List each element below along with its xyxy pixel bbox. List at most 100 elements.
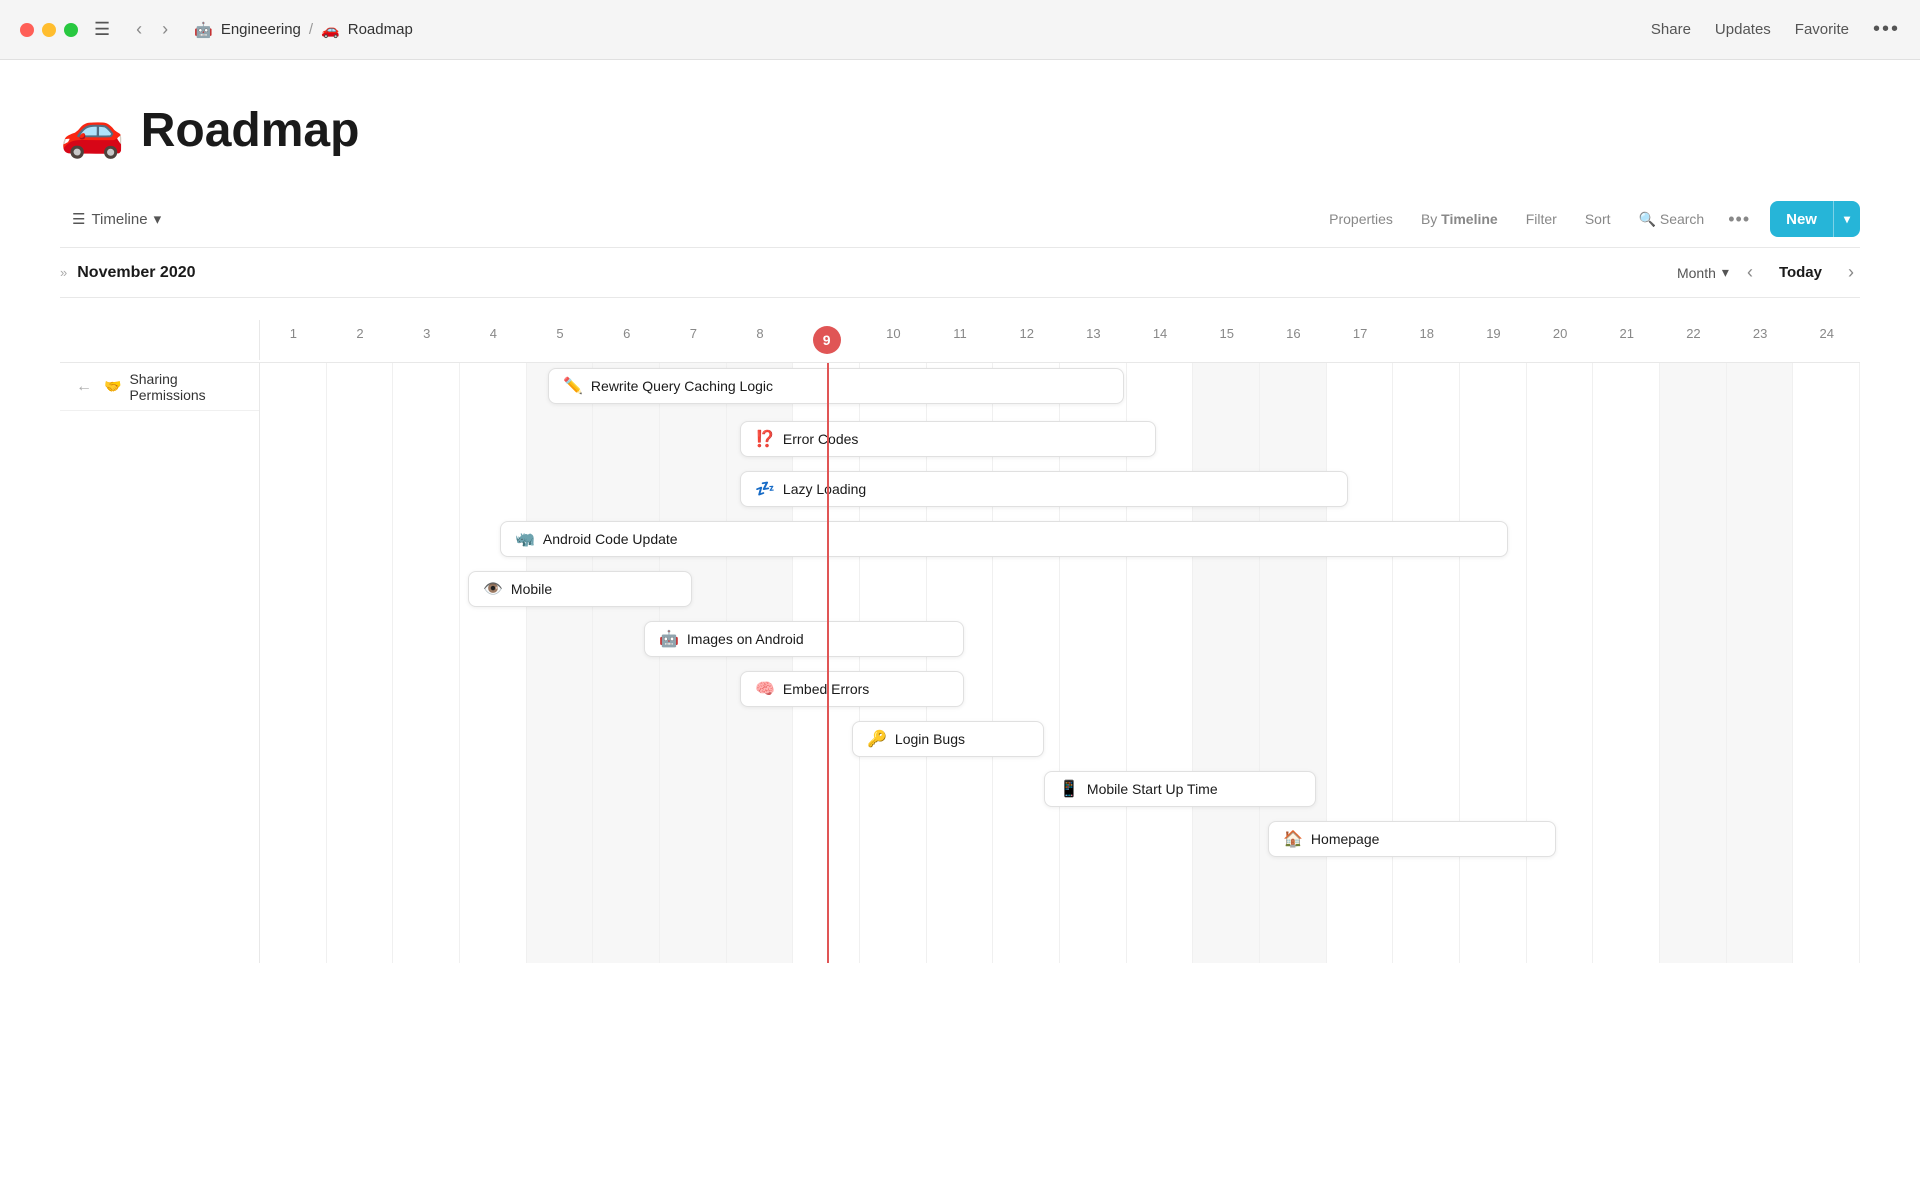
maximize-button[interactable]: [64, 23, 78, 37]
new-button[interactable]: New ▾: [1770, 201, 1860, 237]
day-cell-18: 18: [1393, 318, 1460, 362]
view-chevron-icon: ▾: [154, 210, 162, 228]
toolbar-actions: Properties By Timeline Filter Sort 🔍 Sea…: [1317, 201, 1860, 237]
task-label-lazy-loading: Lazy Loading: [783, 481, 866, 497]
day-cell-23: 23: [1727, 318, 1794, 362]
day-cell-13: 13: [1060, 318, 1127, 362]
minimize-button[interactable]: [42, 23, 56, 37]
day-cell-10: 10: [860, 318, 927, 362]
view-label: Timeline: [91, 211, 147, 228]
more-options-button[interactable]: •••: [1873, 18, 1900, 41]
titlebar: ☰ ‹ › 🤖 Engineering / 🚗 Roadmap Share Up…: [0, 0, 1920, 60]
sidebar-back-icon[interactable]: ←: [76, 378, 92, 396]
timeline-sidebar: ← 🤝 Sharing Permissions: [60, 363, 260, 963]
task-emoji-homepage: 🏠: [1283, 829, 1303, 849]
page-title: Roadmap: [141, 103, 360, 158]
titlebar-actions: Share Updates Favorite •••: [1651, 18, 1900, 41]
task-emoji-images-android: 🤖: [659, 629, 679, 649]
task-emoji-login-bugs: 🔑: [867, 729, 887, 749]
day-cell-14: 14: [1127, 318, 1194, 362]
timeline-prev-button[interactable]: ‹: [1741, 258, 1759, 287]
filter-button[interactable]: Filter: [1514, 205, 1569, 233]
breadcrumb-parent-emoji: 🤖: [194, 21, 213, 39]
breadcrumb: 🤖 Engineering / 🚗 Roadmap: [194, 21, 413, 39]
task-bar-login-bugs[interactable]: 🔑 Login Bugs: [852, 721, 1044, 757]
day-cell-5: 5: [527, 318, 594, 362]
timeline-controls: Month ▾ ‹ Today ›: [1677, 258, 1860, 287]
by-timeline-label[interactable]: By Timeline: [1409, 205, 1510, 233]
task-label-login-bugs: Login Bugs: [895, 731, 965, 747]
timeline-nav: » November 2020 Month ▾ ‹ Today ›: [60, 248, 1860, 298]
task-bar-images-android[interactable]: 🤖 Images on Android: [644, 621, 964, 657]
day-cell-17: 17: [1327, 318, 1394, 362]
breadcrumb-child[interactable]: Roadmap: [348, 21, 413, 38]
day-cell-9: 9: [793, 318, 860, 362]
day-cell-19: 19: [1460, 318, 1527, 362]
sidebar-spacer: [60, 320, 260, 360]
task-label-images-android: Images on Android: [687, 631, 804, 647]
month-selector[interactable]: Month ▾: [1677, 264, 1729, 281]
day-cell-24: 24: [1793, 318, 1860, 362]
task-label-mobile: Mobile: [511, 581, 552, 597]
days-container: 123456789101112131415161718192021222324: [260, 318, 1860, 362]
day-cell-2: 2: [327, 318, 394, 362]
day-cell-22: 22: [1660, 318, 1727, 362]
task-emoji-lazy-loading: 💤: [755, 479, 775, 499]
day-cell-12: 12: [993, 318, 1060, 362]
task-bar-mobile[interactable]: 👁️ Mobile: [468, 571, 692, 607]
task-label-android: Android Code Update: [543, 531, 678, 547]
favorite-button[interactable]: Favorite: [1795, 21, 1849, 38]
task-bar-embed-errors[interactable]: 🧠Embed Errors: [740, 671, 964, 707]
today-button[interactable]: Today: [1771, 260, 1830, 285]
day-cell-7: 7: [660, 318, 727, 362]
updates-button[interactable]: Updates: [1715, 21, 1771, 38]
breadcrumb-parent[interactable]: Engineering: [221, 21, 301, 38]
toolbar-more-button[interactable]: •••: [1720, 203, 1758, 236]
close-button[interactable]: [20, 23, 34, 37]
sidebar-sharing-permissions[interactable]: ← 🤝 Sharing Permissions: [60, 363, 259, 411]
properties-button[interactable]: Properties: [1317, 205, 1405, 233]
task-bar-android[interactable]: 🦏 Android Code Update: [500, 521, 1508, 557]
menu-icon[interactable]: ☰: [94, 19, 110, 40]
view-toolbar: ☰ Timeline ▾ Properties By Timeline Filt…: [60, 191, 1860, 248]
back-arrow[interactable]: ‹: [130, 17, 148, 42]
day-cell-3: 3: [393, 318, 460, 362]
forward-arrow[interactable]: ›: [156, 17, 174, 42]
sort-button[interactable]: Sort: [1573, 205, 1623, 233]
timeline-area: 123456789101112131415161718192021222324 …: [0, 318, 1920, 963]
new-button-arrow[interactable]: ▾: [1834, 204, 1860, 234]
task-emoji-mobile: 👁️: [483, 579, 503, 599]
task-label-mobile-startup: Mobile Start Up Time: [1087, 781, 1218, 797]
task-emoji-embed-errors: 🧠: [755, 679, 775, 699]
timeline-body: ← 🤝 Sharing Permissions ✏️Rewrite Query …: [60, 363, 1860, 963]
month-label: Month: [1677, 265, 1716, 281]
timeline-grid: ✏️Rewrite Query Caching Logic ⁉️Error Cod…: [260, 363, 1860, 963]
task-bar-error-codes[interactable]: ⁉️Error Codes: [740, 421, 1156, 457]
task-bar-lazy-loading[interactable]: 💤 Lazy Loading: [740, 471, 1348, 507]
page-title-area: 🚗 Roadmap: [60, 100, 1860, 161]
task-bar-mobile-startup[interactable]: 📱Mobile Start Up Time: [1044, 771, 1316, 807]
breadcrumb-child-emoji: 🚗: [321, 21, 340, 39]
search-button[interactable]: 🔍 Search: [1627, 205, 1717, 234]
days-ruler: 123456789101112131415161718192021222324: [60, 318, 1860, 363]
share-button[interactable]: Share: [1651, 21, 1691, 38]
task-label-homepage: Homepage: [1311, 831, 1380, 847]
timeline-period: November 2020: [77, 264, 195, 282]
task-bar-rewrite[interactable]: ✏️Rewrite Query Caching Logic: [548, 368, 1124, 404]
timeline-expand-icon[interactable]: »: [60, 265, 67, 280]
breadcrumb-separator: /: [309, 21, 313, 38]
task-label-rewrite: Rewrite Query Caching Logic: [591, 378, 773, 394]
task-emoji-android: 🦏: [515, 529, 535, 549]
task-bar-homepage[interactable]: 🏠 Homepage: [1268, 821, 1556, 857]
day-cell-6: 6: [593, 318, 660, 362]
new-button-label: New: [1770, 203, 1833, 236]
task-label-error-codes: Error Codes: [783, 431, 858, 447]
day-cell-16: 16: [1260, 318, 1327, 362]
timeline-next-button[interactable]: ›: [1842, 258, 1860, 287]
month-chevron-icon: ▾: [1722, 264, 1729, 281]
sidebar-group-label: Sharing Permissions: [129, 371, 243, 403]
day-cell-15: 15: [1193, 318, 1260, 362]
view-selector[interactable]: ☰ Timeline ▾: [60, 204, 173, 234]
view-icon: ☰: [72, 210, 85, 228]
day-cell-21: 21: [1593, 318, 1660, 362]
